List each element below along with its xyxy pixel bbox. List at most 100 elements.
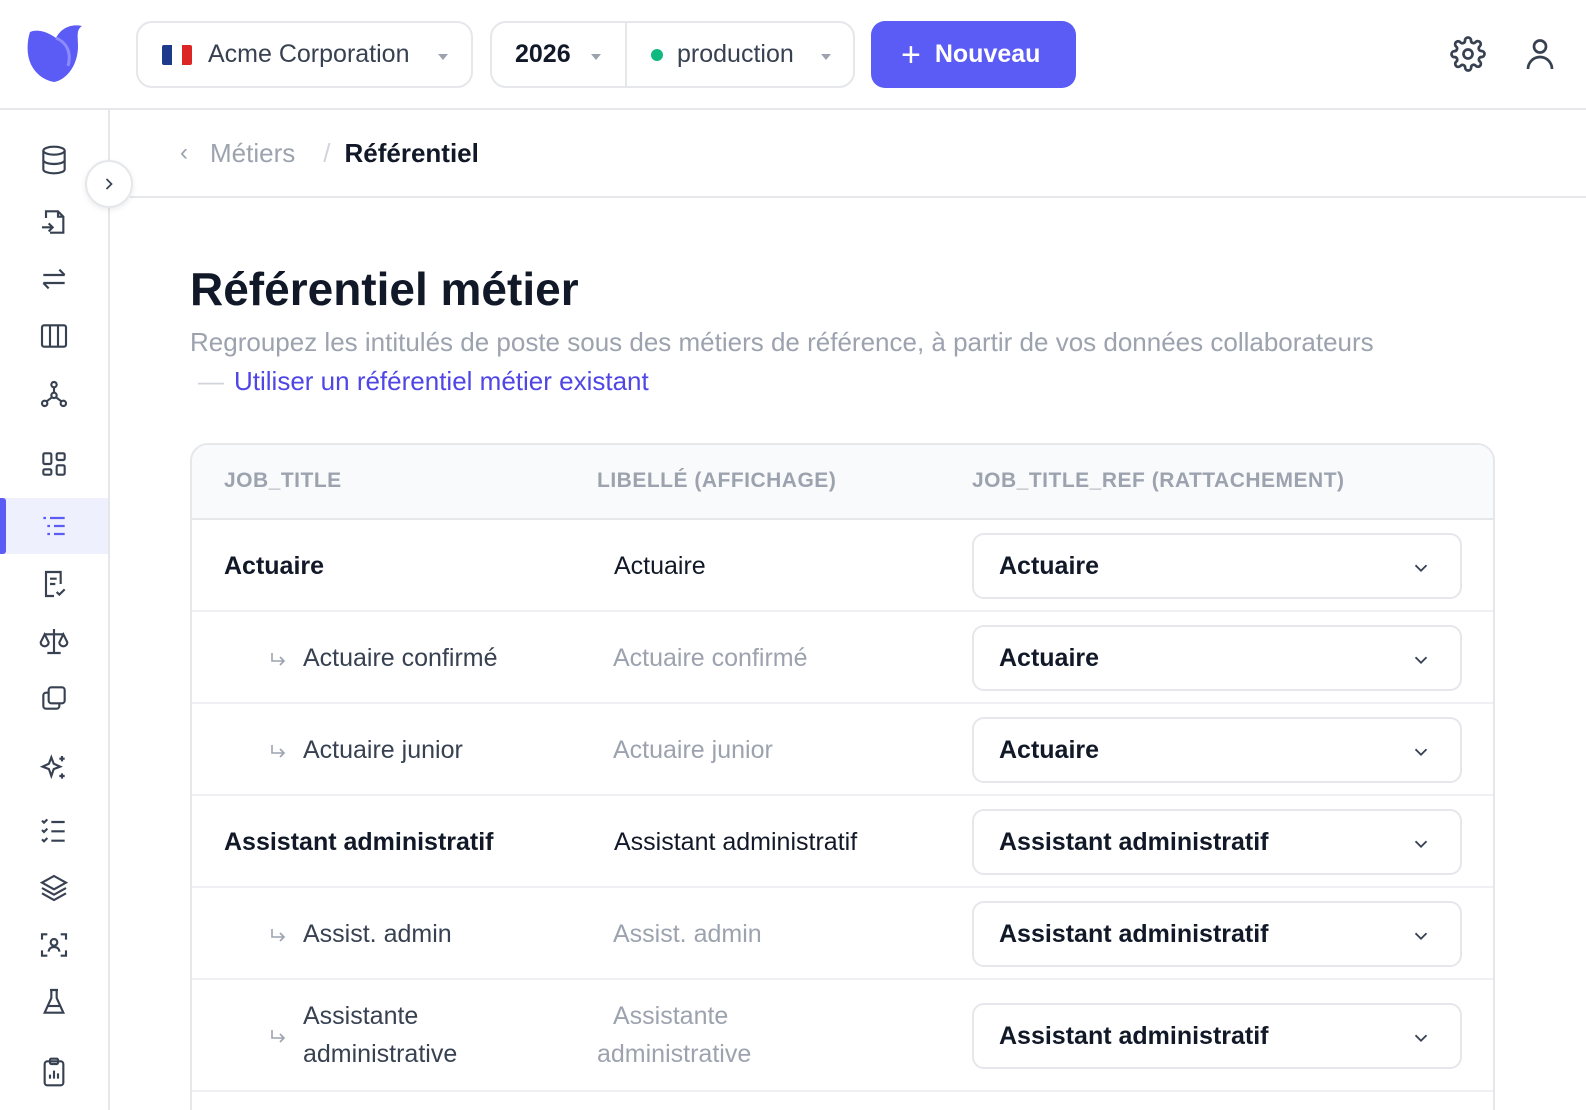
chevron-down-icon: [591, 54, 601, 60]
sparkles-icon: [39, 754, 65, 780]
app-logo-icon[interactable]: [26, 22, 84, 84]
new-button-label: Nouveau: [934, 40, 1041, 68]
libelle-cell[interactable]: Assistante administrative: [597, 997, 827, 1073]
file-check-icon: [44, 570, 66, 598]
libelle-cell[interactable]: Actuaire: [614, 547, 706, 585]
environment-status-dot: [651, 48, 663, 61]
chevron-down-icon: [1414, 840, 1428, 849]
referential-table: JOB_TITLE LIBELLÉ (AFFICHAGE) JOB_TITLE_…: [190, 443, 1495, 1110]
table-row: Assist. admin Assist. admin Assistant ad…: [192, 888, 1493, 980]
libelle-cell[interactable]: Actuaire junior: [613, 731, 773, 769]
child-arrow-icon: [271, 745, 286, 758]
breadcrumb-current: Référentiel: [344, 137, 479, 168]
table-row: Actuaire Actuaire Actuaire: [192, 520, 1493, 612]
breadcrumb: ‹ Métiers / Référentiel: [130, 110, 1586, 198]
page-title: Référentiel métier: [190, 263, 579, 315]
description-dash: —: [198, 366, 224, 396]
database-icon: [42, 145, 66, 175]
gear-icon[interactable]: [1450, 36, 1486, 72]
sidebar-item-dashboard[interactable]: [0, 436, 108, 492]
job-title-ref-select[interactable]: Assistant administratif: [972, 1003, 1462, 1069]
environment-select[interactable]: production: [627, 23, 853, 86]
sidebar-item-flask[interactable]: [0, 974, 108, 1030]
chevron-down-icon: [1414, 656, 1428, 665]
chevron-down-icon: [1414, 1034, 1428, 1043]
chevron-down-icon: [438, 54, 448, 60]
chevron-right-icon: [105, 178, 113, 190]
chevron-down-icon: [1414, 564, 1428, 573]
sidebar-item-clipboard-chart[interactable]: [0, 1044, 108, 1100]
breadcrumb-separator: /: [323, 137, 331, 168]
sidebar-item-user-scan[interactable]: [0, 917, 108, 973]
new-button[interactable]: + Nouveau: [871, 21, 1076, 88]
column-header-job-title: JOB_TITLE: [224, 469, 342, 492]
libelle-cell[interactable]: Actuaire confirmé: [613, 639, 808, 677]
ref-select-value: Actuaire: [999, 551, 1100, 580]
sidebar-item-import[interactable]: [0, 194, 108, 250]
checklist-icon: [41, 818, 65, 843]
libelle-cell[interactable]: Assistant administratif: [614, 823, 857, 861]
clipboard-chart-icon: [43, 1057, 65, 1087]
job-title-ref-select[interactable]: Assistant administratif: [972, 809, 1462, 875]
copy-icon: [42, 686, 66, 710]
sidebar-item-columns[interactable]: [0, 308, 108, 364]
graph-icon: [40, 380, 68, 408]
breadcrumb-parent-link[interactable]: Métiers: [210, 138, 295, 169]
page-description: Regroupez les intitulés de poste sous de…: [190, 327, 1374, 357]
sidebar-item-graph[interactable]: [0, 366, 108, 422]
year-select[interactable]: 2026: [492, 23, 627, 86]
context-selector: 2026 production: [490, 21, 855, 88]
table-row: Assistant administratif Assistant admini…: [192, 796, 1493, 888]
table-row: Actuaire junior Actuaire junior Actuaire: [192, 704, 1493, 796]
description-link-line: — Utiliser un référentiel métier existan…: [198, 366, 649, 397]
job-title-cell: Actuaire junior: [303, 736, 463, 764]
file-import-icon: [42, 210, 65, 234]
chevron-down-icon: [1414, 748, 1428, 757]
organization-select[interactable]: Acme Corporation: [136, 21, 473, 88]
sidebar-item-transfer[interactable]: [0, 251, 108, 307]
sidebar-item-checklist[interactable]: [0, 802, 108, 858]
chevron-down-icon: [1414, 932, 1428, 941]
sidebar-item-file-check[interactable]: [0, 556, 108, 612]
flask-icon: [43, 988, 65, 1014]
chevron-down-icon: [821, 54, 831, 60]
user-icon[interactable]: [1522, 36, 1558, 72]
scale-icon: [39, 629, 69, 655]
organization-label: Acme Corporation: [208, 40, 410, 68]
table-row: Assistante administrative Assistante adm…: [192, 980, 1493, 1092]
job-title-cell: Assistante administrative: [303, 1002, 458, 1068]
job-title-cell: Actuaire confirmé: [303, 644, 498, 672]
list-tree-icon: [43, 516, 65, 536]
year-label: 2026: [515, 40, 571, 68]
ref-select-value: Assistant administratif: [999, 827, 1269, 856]
user-scan-icon: [40, 933, 68, 957]
sidebar-item-scale[interactable]: [0, 613, 108, 669]
child-arrow-icon: [271, 1030, 286, 1043]
sidebar-item-copy[interactable]: [0, 670, 108, 726]
chevron-left-icon[interactable]: ‹: [180, 139, 188, 167]
table-header: JOB_TITLE LIBELLÉ (AFFICHAGE) JOB_TITLE_…: [192, 445, 1493, 520]
job-title-ref-select[interactable]: Actuaire: [972, 625, 1462, 691]
column-header-job-title-ref: JOB_TITLE_REF (RATTACHEMENT): [972, 469, 1345, 492]
layers-icon: [39, 874, 69, 902]
columns-icon: [40, 324, 68, 348]
job-title-ref-select[interactable]: Actuaire: [972, 717, 1462, 783]
sidebar-item-sparkles[interactable]: [0, 740, 108, 796]
ref-select-value: Actuaire: [999, 643, 1100, 672]
child-arrow-icon: [271, 653, 286, 666]
sidebar-item-layers[interactable]: [0, 860, 108, 916]
child-arrow-icon: [271, 929, 286, 942]
sidebar-item-list-tree[interactable]: [0, 498, 108, 554]
job-title-cell: Assistant administratif: [224, 828, 494, 856]
column-header-libelle: LIBELLÉ (AFFICHAGE): [597, 469, 837, 492]
use-existing-referential-link[interactable]: Utiliser un référentiel métier existant: [234, 366, 649, 397]
transfer-icon: [42, 268, 66, 290]
ref-select-value: Assistant administratif: [999, 1021, 1269, 1050]
ref-select-value: Assistant administratif: [999, 919, 1269, 948]
environment-label: production: [677, 40, 794, 68]
job-title-ref-select[interactable]: Assistant administratif: [972, 901, 1462, 967]
sidebar-toggle-button[interactable]: [85, 160, 133, 208]
table-row: Actuaire confirmé Actuaire confirmé Actu…: [192, 612, 1493, 704]
libelle-cell[interactable]: Assist. admin: [613, 915, 762, 953]
job-title-ref-select[interactable]: Actuaire: [972, 533, 1462, 599]
